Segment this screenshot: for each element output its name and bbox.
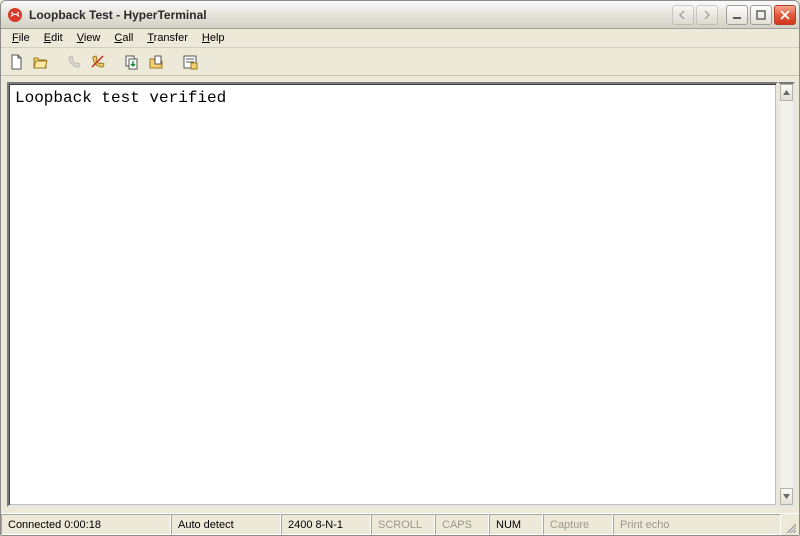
menu-file[interactable]: File — [5, 31, 37, 45]
nav-back-button — [672, 5, 694, 25]
new-button[interactable] — [5, 51, 27, 73]
folder-open-icon — [32, 54, 48, 70]
status-detect: Auto detect — [171, 514, 281, 535]
folder-doc-icon — [148, 54, 164, 70]
menu-bar: File Edit View Call Transfer Help — [1, 29, 799, 48]
status-connected: Connected 0:00:18 — [1, 514, 171, 535]
status-caps: CAPS — [435, 514, 489, 535]
app-window: Loopback Test - HyperTerminal File Edit … — [0, 0, 800, 536]
docs-down-icon — [124, 54, 140, 70]
scroll-track[interactable] — [780, 101, 793, 488]
properties-icon — [182, 54, 198, 70]
open-button[interactable] — [29, 51, 51, 73]
terminal[interactable]: Loopback test verified — [7, 82, 778, 507]
minimize-button[interactable] — [726, 5, 748, 25]
app-icon — [7, 7, 23, 23]
status-capture: Capture — [543, 514, 613, 535]
menu-help[interactable]: Help — [195, 31, 232, 45]
document-icon — [8, 54, 24, 70]
vertical-scrollbar[interactable] — [778, 82, 795, 507]
nav-forward-button — [696, 5, 718, 25]
menu-call[interactable]: Call — [107, 31, 140, 45]
status-num: NUM — [489, 514, 543, 535]
status-echo: Print echo — [613, 514, 781, 535]
phone-icon — [66, 54, 82, 70]
scroll-up-button[interactable] — [780, 84, 793, 101]
title-bar: Loopback Test - HyperTerminal — [1, 1, 799, 29]
status-bar: Connected 0:00:18 Auto detect 2400 8-N-1… — [1, 513, 799, 535]
properties-button[interactable] — [179, 51, 201, 73]
menu-edit[interactable]: Edit — [37, 31, 70, 45]
menu-transfer[interactable]: Transfer — [140, 31, 195, 45]
maximize-button[interactable] — [750, 5, 772, 25]
scroll-down-button[interactable] — [780, 488, 793, 505]
disconnect-button[interactable] — [87, 51, 109, 73]
resize-gripper-icon[interactable] — [781, 514, 799, 535]
menu-view[interactable]: View — [70, 31, 108, 45]
call-button[interactable] — [63, 51, 85, 73]
send-button[interactable] — [121, 51, 143, 73]
status-scroll: SCROLL — [371, 514, 435, 535]
close-button[interactable] — [774, 5, 796, 25]
terminal-wrap: Loopback test verified — [7, 82, 795, 507]
window-title: Loopback Test - HyperTerminal — [29, 8, 668, 22]
status-settings: 2400 8-N-1 — [281, 514, 371, 535]
client-area: Loopback test verified — [1, 76, 799, 513]
toolbar — [1, 48, 799, 76]
caption-buttons — [672, 5, 796, 25]
phone-hangup-icon — [90, 54, 106, 70]
receive-button[interactable] — [145, 51, 167, 73]
